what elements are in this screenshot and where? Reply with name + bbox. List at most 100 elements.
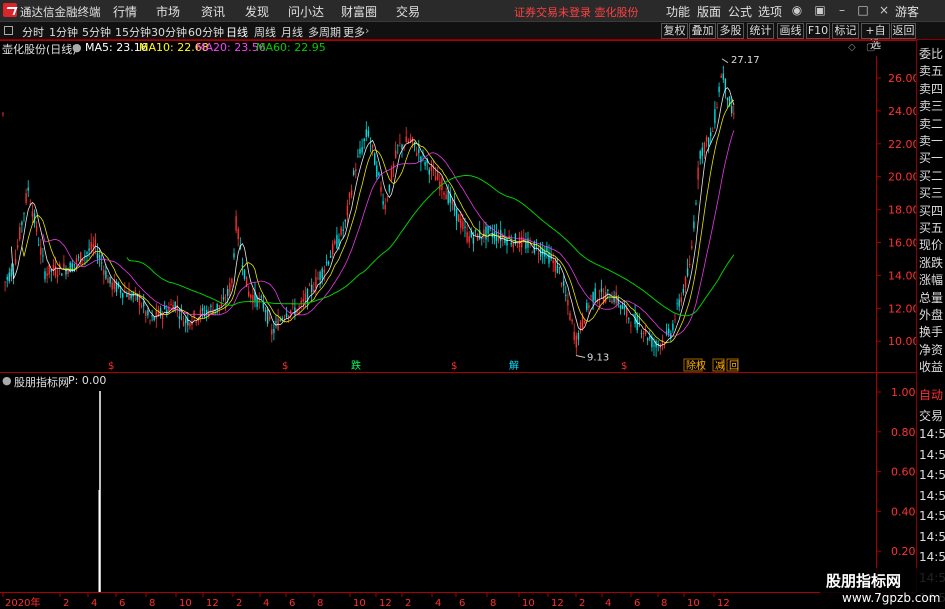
candle-body	[720, 75, 722, 78]
candle-body	[607, 289, 609, 292]
lower-tick-label: 0.80	[891, 426, 916, 439]
candle-body	[109, 276, 111, 284]
candle-body	[241, 265, 244, 267]
candle-body	[569, 313, 571, 320]
candle-body	[701, 147, 703, 156]
candle-body	[134, 290, 136, 292]
x-tick-label: 2	[63, 598, 69, 609]
candle-body	[445, 194, 447, 200]
candle-body	[487, 225, 489, 234]
candle-body	[90, 242, 92, 250]
candle-body	[374, 153, 376, 166]
candle-body	[552, 260, 554, 264]
lower-tick-label: 0.40	[891, 505, 916, 518]
candle-body	[718, 86, 720, 93]
candle-body	[626, 307, 628, 317]
watermark-title: 股朋指标网	[826, 572, 902, 590]
candle-body	[594, 288, 596, 301]
watermark-url: www.7gpzb.com	[842, 591, 941, 605]
candle-body	[319, 271, 321, 281]
candle-body	[653, 345, 655, 347]
candle-body	[321, 268, 323, 279]
candle-body	[283, 317, 286, 319]
x-tick-label: 10	[353, 598, 366, 609]
quote-label: 收益	[919, 360, 944, 375]
candle-body	[401, 144, 403, 149]
price-tick-label: 22.00	[888, 138, 920, 151]
candle-body	[300, 300, 302, 304]
price-tick-label: 20.00	[888, 171, 920, 184]
x-tick-label: 12	[206, 598, 219, 609]
candle-body	[19, 227, 21, 240]
lower-tick-label: 0.60	[891, 466, 916, 479]
x-tick-label: 2	[579, 598, 585, 609]
candle-body	[380, 186, 382, 192]
candle-body	[94, 239, 97, 247]
candle-body	[336, 235, 338, 249]
candle-body	[317, 278, 319, 280]
candle-body	[691, 246, 693, 249]
candle-body	[229, 283, 231, 293]
candle-body	[178, 316, 181, 319]
candle-body	[682, 288, 685, 293]
diamond-icon[interactable]: ◇	[848, 42, 856, 53]
candle-body	[269, 317, 271, 320]
candle-body	[388, 184, 391, 192]
candle-body	[558, 267, 561, 268]
candle-body	[386, 199, 388, 201]
candle-body	[443, 192, 445, 195]
x-tick-label: 4	[605, 598, 611, 609]
candle-body	[98, 255, 101, 260]
kline-chart[interactable]: 26.00 24.00 22.00 20.00 18.00 16.00 14.00 12.00…	[0, 0, 945, 609]
tick-time: 14:56	[919, 529, 945, 544]
low-label: 9.13	[587, 353, 609, 364]
x-tick-label: 2	[405, 598, 411, 609]
candle-body	[262, 302, 265, 309]
quote-label: 买二	[919, 168, 944, 183]
event-marker: 回	[729, 360, 739, 372]
candle-body	[678, 299, 680, 307]
quote-label: 卖五	[919, 64, 944, 79]
candle-body	[586, 302, 588, 310]
quote-label: 买四	[919, 203, 944, 218]
price-tick-label: 10.00	[888, 335, 920, 348]
quote-label: 买五	[919, 221, 944, 235]
x-tick-label: 2	[236, 598, 242, 609]
candle-body	[462, 221, 464, 230]
candle-body	[128, 290, 130, 300]
candle-body	[77, 256, 80, 258]
quote-label: 总量	[919, 290, 944, 305]
candle-body	[140, 305, 143, 307]
square-icon[interactable]: ▢	[866, 42, 875, 53]
tick-time: 14:56	[919, 509, 945, 523]
candle-body	[237, 228, 239, 240]
candle-body	[623, 306, 626, 309]
candle-body	[147, 310, 149, 316]
candle-body	[497, 237, 500, 241]
lower-toggle-icon[interactable]: ●	[2, 374, 12, 387]
candle-body	[668, 328, 670, 334]
candle-body	[399, 142, 401, 144]
candle-body	[476, 233, 479, 241]
indicator-toggle-icon[interactable]: ●	[72, 41, 82, 54]
x-tick-label: 12	[379, 598, 392, 609]
candle-body	[674, 319, 676, 321]
candle-body	[613, 295, 615, 302]
candle-body	[693, 221, 695, 229]
quote-label: 外盘	[919, 308, 944, 322]
candle-body	[325, 261, 328, 263]
candle-body	[149, 320, 151, 322]
candle-body	[294, 307, 296, 315]
event-marker: $	[108, 361, 114, 372]
candle-body	[17, 245, 19, 248]
candle-body	[516, 246, 519, 248]
candle-body	[31, 211, 34, 217]
candle-body	[710, 132, 712, 136]
price-tick-label: 24.00	[888, 105, 920, 118]
candle-body	[430, 165, 433, 171]
trade-mode-label: 自动	[919, 388, 944, 402]
candle-body	[334, 240, 336, 244]
candle-body	[195, 321, 197, 323]
quote-label: 涨幅	[919, 273, 944, 288]
candle-body	[571, 319, 573, 322]
